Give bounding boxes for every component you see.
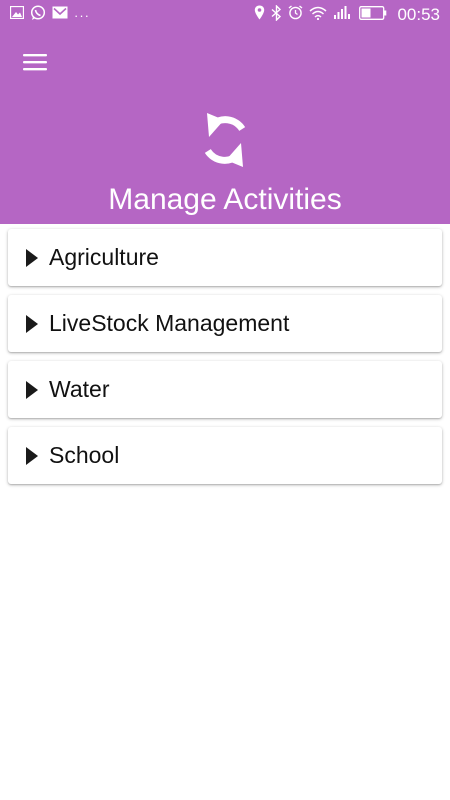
caret-right-icon	[26, 381, 38, 399]
activity-label: Water	[49, 376, 110, 402]
menu-button[interactable]	[14, 46, 56, 82]
gallery-icon	[9, 5, 25, 24]
activity-label: Agriculture	[49, 244, 159, 270]
status-time: 00:53	[397, 5, 440, 24]
wifi-icon	[309, 6, 327, 25]
activity-list: Agriculture LiveStock Management Water S…	[8, 229, 442, 493]
alarm-icon	[288, 5, 303, 25]
status-bar: ··· 00:53	[0, 0, 450, 30]
system-icons: 00:53	[254, 3, 440, 26]
hamburger-menu-icon[interactable]	[22, 52, 48, 77]
bluetooth-icon	[271, 3, 282, 26]
battery-icon	[359, 5, 387, 25]
activity-label: School	[49, 442, 120, 468]
activity-item-school[interactable]: School	[8, 427, 442, 484]
whatsapp-icon	[30, 4, 46, 26]
activity-label: LiveStock Management	[49, 310, 290, 336]
activity-item-water[interactable]: Water	[8, 361, 442, 418]
sync-icon	[196, 104, 254, 176]
activity-item-agriculture[interactable]: Agriculture	[8, 229, 442, 286]
app-header: Manage Activities	[0, 30, 450, 224]
caret-right-icon	[26, 447, 38, 465]
caret-right-icon	[26, 315, 38, 333]
page-title: Manage Activities	[108, 183, 342, 216]
notification-icons: ···	[9, 4, 90, 26]
caret-right-icon	[26, 249, 38, 267]
signal-icon	[333, 5, 353, 25]
activity-item-livestock-management[interactable]: LiveStock Management	[8, 295, 442, 352]
gmail-icon	[52, 6, 68, 24]
more-notifications-dots: ···	[74, 7, 90, 23]
location-icon	[254, 5, 265, 25]
